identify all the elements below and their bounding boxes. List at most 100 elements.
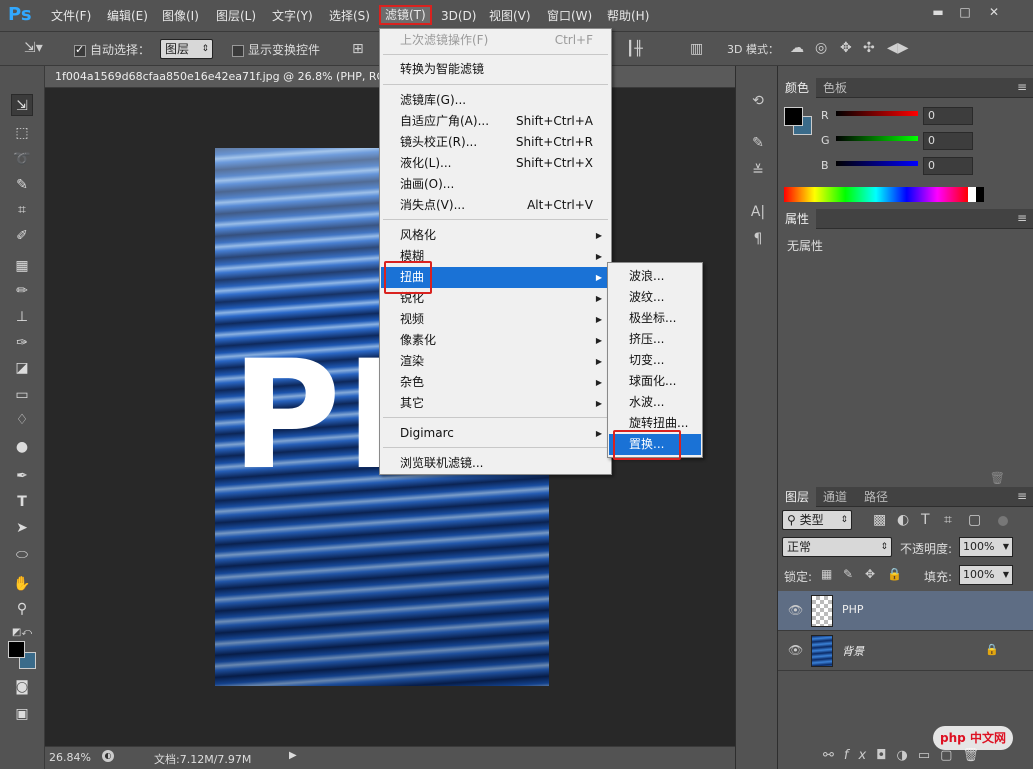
type-tool-icon[interactable]: T — [11, 491, 33, 513]
stamp-tool-icon[interactable]: ⊥ — [11, 306, 33, 328]
zoom-tool-icon[interactable]: ⚲ — [11, 598, 33, 620]
menu-item-vanishing-point[interactable]: 消失点(V)... Alt+Ctrl+V — [381, 195, 610, 216]
eye-icon[interactable]: 👁 — [788, 603, 803, 617]
maximize-icon[interactable]: □ — [954, 4, 976, 20]
brush-presets-icon[interactable]: ≚ — [747, 160, 769, 182]
auto-select-checkbox[interactable]: 自动选择： — [74, 41, 150, 58]
crop-tool-icon[interactable]: ⌗ — [11, 199, 33, 221]
menu-item-displace[interactable]: 置换... — [609, 434, 701, 455]
zoom-level[interactable]: 26.84% — [49, 751, 91, 764]
filter-type-icon[interactable]: T — [921, 512, 930, 528]
menu-item-blur[interactable]: 模糊 ▶ — [381, 246, 610, 267]
menu-select[interactable]: 选择(S) — [325, 6, 374, 26]
tab-channels[interactable]: 通道 — [816, 487, 854, 507]
menu-item-polar-coordinates[interactable]: 极坐标... — [609, 308, 701, 329]
auto-select-dropdown[interactable]: 图层 ⇕ — [160, 39, 213, 59]
menu-item-twirl[interactable]: 旋转扭曲... — [609, 413, 701, 434]
menu-item-video[interactable]: 视频 ▶ — [381, 309, 610, 330]
filter-shape-icon[interactable]: ⌗ — [944, 512, 952, 528]
menu-item-pixelate[interactable]: 像素化 ▶ — [381, 330, 610, 351]
healing-tool-icon[interactable]: ▦ — [11, 255, 33, 277]
lasso-tool-icon[interactable]: ➰ — [11, 148, 33, 170]
character-panel-icon[interactable]: A| — [747, 201, 769, 223]
layers-footer-icons[interactable]: ⚯fx◘◑▭▢🗑 — [823, 748, 989, 763]
menu-item-lens-correction[interactable]: 镜头校正(R)... Shift+Ctrl+R — [381, 132, 610, 153]
menu-3d[interactable]: 3D(D) — [437, 6, 480, 26]
color-spectrum-ramp[interactable] — [784, 187, 984, 202]
pen-tool-icon[interactable]: ✒ — [11, 465, 33, 487]
g-value-input[interactable]: 0 — [923, 132, 973, 150]
panel-menu-icon[interactable]: ≡ — [1017, 489, 1027, 503]
3d-roll-icon[interactable]: ◎ — [815, 40, 827, 56]
filter-smart-icon[interactable]: ▢ — [968, 512, 981, 528]
marquee-tool-icon[interactable]: ⬚ — [11, 122, 33, 144]
menu-item-shear[interactable]: 切变... — [609, 350, 701, 371]
status-info-icon[interactable]: ◐ — [102, 750, 114, 762]
eyedropper-tool-icon[interactable]: ✐ — [11, 225, 33, 247]
layer-row-php[interactable]: 👁 PHP — [778, 591, 1033, 631]
menu-item-pinch[interactable]: 挤压... — [609, 329, 701, 350]
menu-item-other[interactable]: 其它 ▶ — [381, 393, 610, 414]
menu-item-browse-online[interactable]: 浏览联机滤镜... — [381, 453, 610, 474]
lock-all-icon[interactable]: 🔒 — [887, 567, 902, 581]
distribute-icon[interactable]: ┃╫ — [626, 41, 643, 57]
tab-properties[interactable]: 属性 — [778, 209, 817, 229]
trash-icon[interactable]: 🗑 — [990, 471, 1005, 485]
menu-item-liquify[interactable]: 液化(L)... Shift+Ctrl+X — [381, 153, 610, 174]
3d-scale-icon[interactable]: ◀▶ — [887, 40, 909, 56]
blur-tool-icon[interactable]: ♢ — [11, 409, 33, 431]
eye-icon[interactable]: 👁 — [788, 643, 803, 657]
brush-panel-icon[interactable]: ✎ — [747, 132, 769, 154]
quick-mask-icon[interactable]: ◙ — [11, 676, 33, 698]
history-panel-icon[interactable]: ⟲ — [747, 90, 769, 112]
ellipse-tool-icon[interactable]: ⬭ — [11, 544, 33, 566]
menu-view[interactable]: 视图(V) — [485, 6, 535, 26]
screen-mode-icon[interactable]: ▣ — [11, 703, 33, 725]
menu-item-wave[interactable]: 波浪... — [609, 266, 701, 287]
menu-item-stylize[interactable]: 风格化 ▶ — [381, 225, 610, 246]
menu-layer[interactable]: 图层(L) — [212, 6, 260, 26]
r-value-input[interactable]: 0 — [923, 107, 973, 125]
menu-type[interactable]: 文字(Y) — [268, 6, 317, 26]
menu-filter[interactable]: 滤镜(T) — [379, 5, 432, 25]
brush-tool-icon[interactable]: ✏ — [11, 280, 33, 302]
3d-slide-icon[interactable]: ✣ — [863, 40, 875, 56]
move-tool-icon[interactable]: ⇲▾ — [24, 40, 43, 56]
foreground-color-swatch[interactable] — [8, 641, 25, 658]
menu-window[interactable]: 窗口(W) — [543, 6, 596, 26]
show-transform-checkbox[interactable]: 显示变换控件 — [232, 41, 320, 58]
menu-item-filter-gallery[interactable]: 滤镜库(G)... — [381, 90, 610, 111]
tab-layers[interactable]: 图层 — [778, 487, 817, 507]
tab-paths[interactable]: 路径 — [857, 487, 895, 507]
tab-color[interactable]: 颜色 — [778, 78, 817, 98]
filter-toggle-icon[interactable] — [998, 516, 1008, 526]
hand-tool-icon[interactable]: ✋ — [11, 573, 33, 595]
g-slider[interactable] — [836, 136, 918, 141]
auto-align-icon[interactable]: ▥ — [690, 41, 703, 57]
menu-item-oil-paint[interactable]: 油画(O)... — [381, 174, 610, 195]
filter-pixel-icon[interactable]: ▩ — [873, 512, 886, 528]
b-value-input[interactable]: 0 — [923, 157, 973, 175]
eraser-tool-icon[interactable]: ◪ — [11, 357, 33, 379]
quick-select-tool-icon[interactable]: ✎ — [11, 174, 33, 196]
menu-item-spherize[interactable]: 球面化... — [609, 371, 701, 392]
close-icon[interactable]: ✕ — [983, 4, 1005, 20]
path-select-tool-icon[interactable]: ➤ — [11, 517, 33, 539]
r-slider[interactable] — [836, 111, 918, 116]
menu-item-zigzag[interactable]: 水波... — [609, 392, 701, 413]
menu-edit[interactable]: 编辑(E) — [103, 6, 152, 26]
menu-help[interactable]: 帮助(H) — [603, 6, 653, 26]
3d-rotate-icon[interactable]: ☁ — [790, 40, 804, 56]
tab-swatches[interactable]: 色板 — [816, 78, 854, 98]
opacity-input[interactable]: 100% ▼ — [959, 537, 1013, 557]
panel-menu-icon[interactable]: ≡ — [1017, 80, 1027, 94]
status-arrow-icon[interactable]: ▶ — [289, 750, 297, 761]
menu-item-noise[interactable]: 杂色 ▶ — [381, 372, 610, 393]
paragraph-panel-icon[interactable]: ¶ — [747, 228, 769, 250]
minimize-icon[interactable]: ▬ — [927, 4, 949, 20]
fill-input[interactable]: 100% ▼ — [959, 565, 1013, 585]
color-foreground-swatch[interactable] — [784, 107, 803, 126]
lock-transparency-icon[interactable]: ▦ — [821, 567, 832, 581]
dodge-tool-icon[interactable]: ● — [11, 436, 33, 458]
layer-row-background[interactable]: 👁 背景 🔒 — [778, 631, 1033, 671]
